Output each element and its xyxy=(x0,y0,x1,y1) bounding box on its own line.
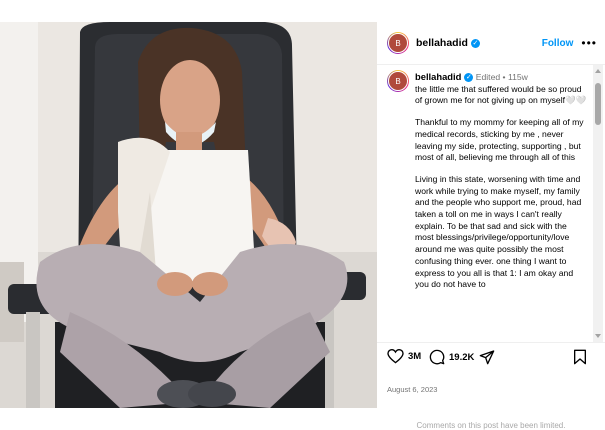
post-date[interactable]: August 6, 2023 xyxy=(387,385,437,394)
caption-avatar-wrap: B xyxy=(387,70,409,92)
caption-age[interactable]: 115w xyxy=(508,72,528,82)
caption-text: bellahadid ✓ Edited • 115w the little me … xyxy=(415,71,587,301)
follow-button[interactable]: Follow xyxy=(542,38,574,49)
caption-first-line: bellahadid ✓ Edited • 115w the little me … xyxy=(415,71,587,107)
post-photo[interactable] xyxy=(0,22,377,408)
verified-badge-icon: ✓ xyxy=(470,38,480,48)
scrollbar-thumb[interactable] xyxy=(595,83,601,125)
caption-paragraph: Living in this state, worsening with tim… xyxy=(415,173,582,290)
share-button[interactable] xyxy=(479,349,495,365)
post-side-panel: B bellahadid ✓ Follow ••• B bellahadid ✓ E… xyxy=(377,22,605,430)
caption-paragraph: Thankful to my mommy for keeping all of … xyxy=(415,117,584,163)
caption-avatar[interactable]: B xyxy=(387,70,409,92)
caption-scrollbar[interactable] xyxy=(593,65,603,342)
caption-verified-icon: ✓ xyxy=(464,73,474,83)
comment-count: 19.2K xyxy=(449,351,475,363)
avatar-initial: B xyxy=(388,33,408,53)
comment-icon xyxy=(429,349,445,365)
caption-username[interactable]: bellahadid xyxy=(415,71,461,82)
scroll-up-arrow-icon[interactable] xyxy=(595,69,601,73)
author-avatar[interactable]: B xyxy=(387,32,409,54)
caption-avatar-initial: B xyxy=(388,71,408,91)
post-actions: 3M 19.2K August 6, 2023 Comments on this… xyxy=(377,342,605,430)
bookmark-icon xyxy=(574,349,586,365)
caption-area: B bellahadid ✓ Edited • 115w the little m… xyxy=(377,65,593,342)
author-username[interactable]: bellahadid ✓ xyxy=(416,37,480,49)
more-options-icon[interactable]: ••• xyxy=(581,36,597,50)
like-button[interactable]: 3M xyxy=(387,349,421,364)
scroll-down-arrow-icon[interactable] xyxy=(595,334,601,338)
post-header: B bellahadid ✓ Follow ••• xyxy=(377,22,605,65)
save-button[interactable] xyxy=(573,349,587,365)
author-username-text: bellahadid xyxy=(416,37,468,49)
like-count: 3M xyxy=(408,351,422,362)
comment-button[interactable]: 19.2K xyxy=(429,349,474,365)
share-icon xyxy=(479,350,495,365)
caption-edited: Edited xyxy=(475,72,501,82)
caption-paragraph: the little me that suffered would be so … xyxy=(415,83,587,106)
heart-icon xyxy=(387,349,404,364)
caption-separator: • xyxy=(502,72,506,82)
comments-disabled-notice: Comments on this post have been limited. xyxy=(416,421,566,430)
post-image xyxy=(0,22,377,408)
